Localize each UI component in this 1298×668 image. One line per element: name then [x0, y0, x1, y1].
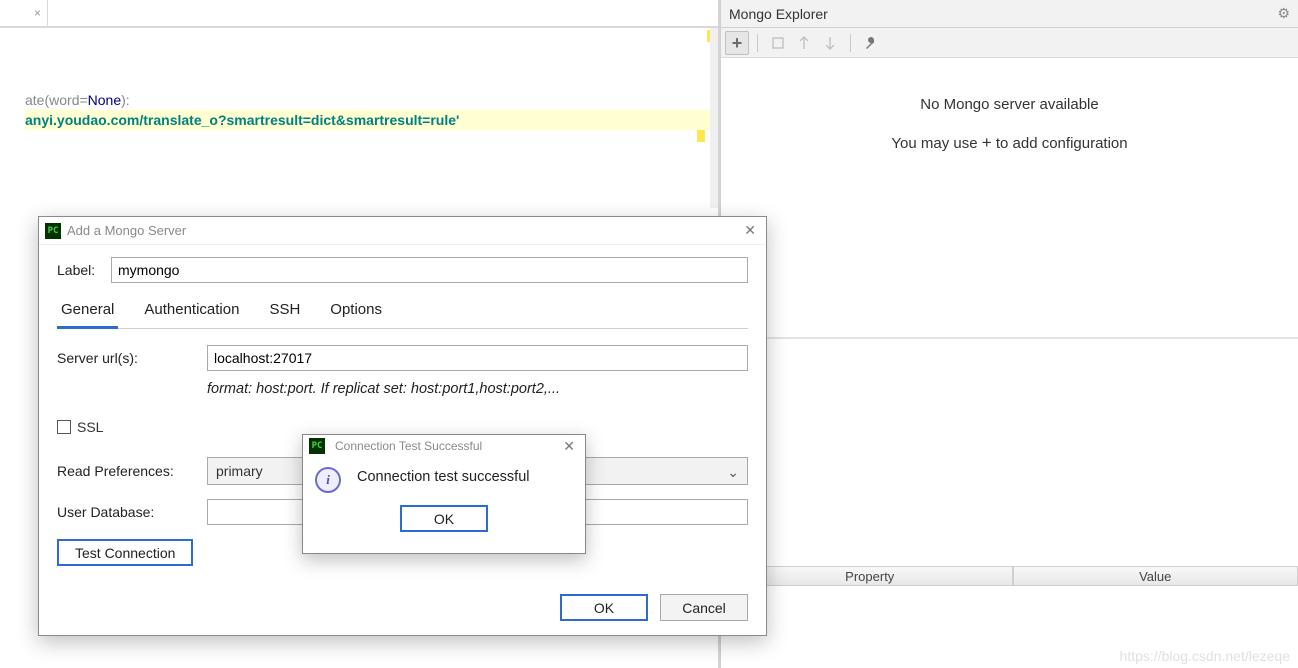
- read-pref-label: Read Preferences:: [57, 463, 207, 479]
- col-value[interactable]: Value: [1013, 566, 1298, 586]
- tab-ssh[interactable]: SSH: [265, 295, 304, 328]
- wrench-icon[interactable]: [859, 31, 883, 55]
- chevron-down-icon: ⌄: [727, 464, 739, 481]
- dialog-footer: OK Cancel: [560, 594, 748, 621]
- read-pref-value: primary: [216, 463, 263, 479]
- code-line: ate(word=None):: [25, 90, 718, 110]
- dialog-title: Add a Mongo Server: [67, 223, 186, 238]
- panel-title: Mongo Explorer: [729, 6, 1277, 22]
- dialog-tabs: General Authentication SSH Options: [57, 295, 748, 329]
- watermark: https://blog.csdn.net/lezeqe: [1112, 644, 1298, 668]
- server-url-row: Server url(s):: [57, 345, 748, 371]
- server-url-input[interactable]: [207, 345, 748, 371]
- ssl-label: SSL: [77, 419, 103, 435]
- info-message: Connection test successful: [357, 463, 529, 485]
- info-ok-button[interactable]: OK: [400, 505, 488, 532]
- add-button[interactable]: +: [725, 31, 749, 55]
- app-icon: PC: [45, 223, 61, 239]
- panel-body: No Mongo server available You may use + …: [721, 58, 1298, 153]
- info-titlebar[interactable]: PC Connection Test Successful ✕: [303, 435, 585, 457]
- editor-scrollbar[interactable]: [710, 28, 718, 208]
- close-icon[interactable]: ✕: [740, 222, 760, 239]
- user-db-label: User Database:: [57, 504, 207, 520]
- server-url-label: Server url(s):: [57, 350, 207, 366]
- info-footer: OK: [303, 493, 585, 532]
- property-table-header: Property Value: [727, 566, 1298, 586]
- toolbar-btn-1[interactable]: [766, 31, 790, 55]
- code-line-highlight: anyi.youdao.com/translate_o?smartresult=…: [25, 110, 718, 130]
- panel-header: Mongo Explorer ⚙: [721, 0, 1298, 28]
- label-field-label: Label:: [57, 262, 111, 278]
- col-property[interactable]: Property: [727, 566, 1013, 586]
- add-mongo-server-dialog: PC Add a Mongo Server ✕ Label: General A…: [38, 216, 767, 636]
- panel-divider: [721, 337, 1298, 339]
- tab-options[interactable]: Options: [326, 295, 386, 328]
- dialog-titlebar[interactable]: PC Add a Mongo Server ✕: [39, 217, 766, 245]
- info-icon: i: [315, 467, 341, 493]
- info-dialog-title: Connection Test Successful: [335, 439, 482, 453]
- toolbar-btn-2[interactable]: [792, 31, 816, 55]
- no-server-text: No Mongo server available: [721, 96, 1298, 113]
- toolbar-separator: [757, 34, 758, 52]
- label-input[interactable]: [111, 257, 748, 283]
- close-icon[interactable]: ×: [34, 6, 41, 20]
- panel-toolbar: +: [721, 28, 1298, 58]
- info-body: i Connection test successful: [303, 457, 585, 493]
- gear-icon[interactable]: ⚙: [1277, 5, 1290, 22]
- connection-test-dialog: PC Connection Test Successful ✕ i Connec…: [302, 434, 586, 554]
- marker-yellow-2: [697, 130, 705, 142]
- toolbar-separator: [850, 34, 851, 52]
- format-hint: format: host:port. If replicat set: host…: [207, 381, 748, 397]
- ok-button[interactable]: OK: [560, 594, 648, 621]
- add-config-hint: You may use + to add configuration: [721, 133, 1298, 153]
- ssl-row: SSL: [57, 419, 748, 435]
- app-icon: PC: [309, 438, 325, 454]
- close-icon[interactable]: ✕: [559, 438, 579, 455]
- editor-code-area[interactable]: ate(word=None): anyi.youdao.com/translat…: [0, 90, 718, 130]
- editor-tabs-bar: ×: [0, 0, 718, 28]
- cancel-button[interactable]: Cancel: [660, 594, 748, 621]
- tab-general[interactable]: General: [57, 295, 118, 329]
- editor-tab[interactable]: ×: [0, 0, 48, 26]
- tab-authentication[interactable]: Authentication: [140, 295, 243, 328]
- toolbar-btn-3[interactable]: [818, 31, 842, 55]
- label-row: Label:: [57, 257, 748, 283]
- test-connection-button[interactable]: Test Connection: [57, 539, 193, 566]
- ssl-checkbox[interactable]: [57, 420, 71, 434]
